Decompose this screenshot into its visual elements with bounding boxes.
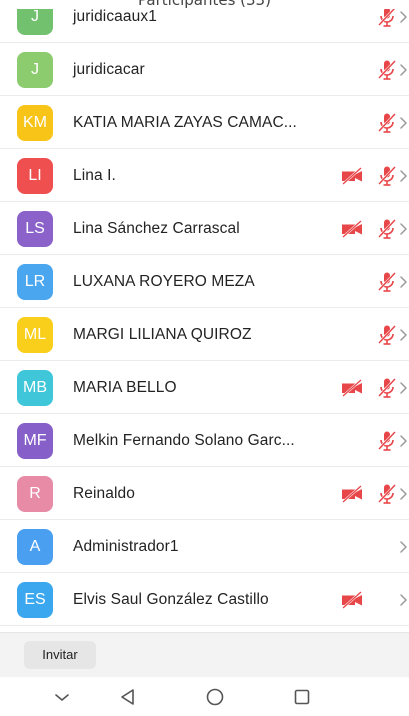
chevron-right-icon[interactable] [398, 272, 409, 292]
participant-row[interactable]: KM KATIA MARIA ZAYAS CAMAC... [0, 96, 409, 149]
home-circle-icon[interactable] [203, 685, 227, 709]
avatar: J [17, 52, 53, 88]
participant-row[interactable]: LS Lina Sánchez Carrascal [0, 202, 409, 255]
participant-name: juridicacar [73, 61, 145, 78]
participants-list: Jjuridicaaux1 Jjuridicacar KM KATIA MARIA Z… [0, 0, 409, 632]
mic-off-icon[interactable] [375, 323, 399, 347]
mic-off-icon[interactable] [375, 270, 399, 294]
invite-button[interactable]: Invitar [24, 641, 96, 669]
mic-off-icon[interactable] [375, 164, 399, 188]
mic-off-icon[interactable] [375, 429, 399, 453]
participant-row[interactable]: LI Lina I. [0, 149, 409, 202]
chevron-right-icon[interactable] [398, 7, 409, 27]
participant-name: MARGI LILIANA QUIROZ [73, 326, 252, 343]
mic-off-icon[interactable] [375, 217, 399, 241]
camera-off-icon [340, 482, 364, 506]
avatar: MB [17, 370, 53, 406]
camera-off-icon [340, 164, 364, 188]
avatar: LS [17, 211, 53, 247]
avatar: MF [17, 423, 53, 459]
chevron-right-icon[interactable] [398, 166, 409, 186]
back-triangle-icon[interactable] [116, 685, 140, 709]
camera-off-icon [340, 376, 364, 400]
recents-square-icon[interactable] [290, 685, 314, 709]
page-title: Participantes (33) [138, 0, 271, 9]
participant-name: Lina I. [73, 167, 116, 184]
chevron-right-icon[interactable] [398, 113, 409, 133]
avatar: LR [17, 264, 53, 300]
header: Participantes (33) [0, 0, 409, 9]
mic-off-icon[interactable] [375, 482, 399, 506]
avatar: LI [17, 158, 53, 194]
participant-row[interactable]: Jjuridicacar [0, 43, 409, 96]
mic-off-icon[interactable] [375, 58, 399, 82]
participant-name: Melkin Fernando Solano Garc... [73, 432, 295, 449]
participant-name: Administrador1 [73, 538, 179, 555]
participant-row[interactable]: LR LUXANA ROYERO MEZA [0, 255, 409, 308]
avatar: R [17, 476, 53, 512]
chevron-right-icon[interactable] [398, 219, 409, 239]
participant-name: Elvis Saul González Castillo [73, 591, 269, 608]
avatar: A [17, 529, 53, 565]
participant-row[interactable]: ML MARGI LILIANA QUIROZ [0, 308, 409, 361]
chevron-right-icon[interactable] [398, 325, 409, 345]
footer-bar: Invitar [0, 632, 409, 677]
participant-row[interactable]: MB MARIA BELLO [0, 361, 409, 414]
chevron-right-icon[interactable] [398, 378, 409, 398]
participant-name: MARIA BELLO [73, 379, 177, 396]
avatar: ES [17, 582, 53, 618]
chevron-right-icon[interactable] [398, 484, 409, 504]
participant-row[interactable]: ES Elvis Saul González Castillo [0, 573, 409, 626]
participant-name: KATIA MARIA ZAYAS CAMAC... [73, 114, 297, 131]
system-nav-bar [0, 677, 409, 716]
participant-row[interactable]: R Reinaldo [0, 467, 409, 520]
camera-off-icon [340, 217, 364, 241]
chevron-right-icon[interactable] [398, 537, 409, 557]
participant-name: LUXANA ROYERO MEZA [73, 273, 255, 290]
mic-off-icon[interactable] [375, 111, 399, 135]
avatar: KM [17, 105, 53, 141]
avatar: ML [17, 317, 53, 353]
participant-name: Lina Sánchez Carrascal [73, 220, 240, 237]
chevron-right-icon[interactable] [398, 590, 409, 610]
participant-name: Reinaldo [73, 485, 135, 502]
chevron-right-icon[interactable] [398, 60, 409, 80]
mic-off-icon[interactable] [375, 376, 399, 400]
chevron-down-icon[interactable] [50, 685, 74, 709]
participant-row[interactable]: MF Melkin Fernando Solano Garc... [0, 414, 409, 467]
participant-row[interactable]: A Administrador1 [0, 520, 409, 573]
camera-off-icon [340, 588, 364, 612]
chevron-right-icon[interactable] [398, 431, 409, 451]
